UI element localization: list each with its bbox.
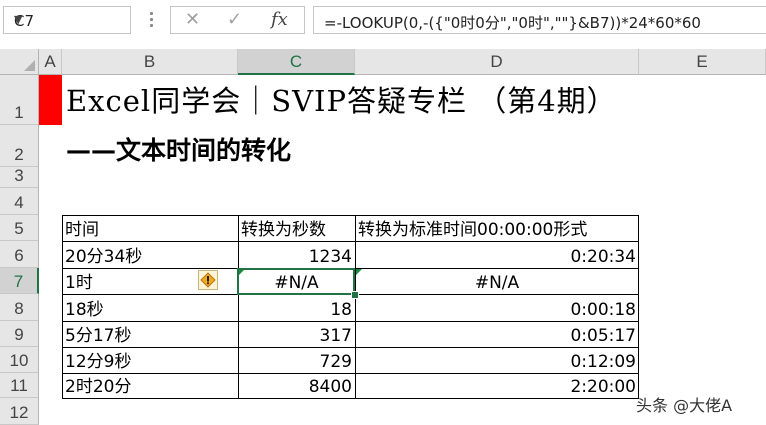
table-cell[interactable]: 12分9秒 <box>62 347 238 373</box>
watermark: 头条 @大佬A <box>636 396 733 415</box>
table-cell[interactable]: 5分17秒 <box>62 321 238 347</box>
row-header-11[interactable]: 11 <box>0 373 39 398</box>
formula-bar: C7 ▼ ✕ ✓ fx =-LOOKUP(0,-({"0时0分","0时",""… <box>0 0 766 50</box>
row-header-9[interactable]: 9 <box>0 321 39 347</box>
column-header-e[interactable]: E <box>639 49 766 75</box>
sheet-subtitle: ——文本时间的转化 <box>66 136 292 165</box>
row-header-3[interactable]: 3 <box>0 166 39 188</box>
table-header-time[interactable]: 时间 <box>62 215 238 241</box>
column-header-d[interactable]: D <box>355 49 639 75</box>
row-header-12[interactable]: 12 <box>0 398 39 425</box>
formula-buttons: ✕ ✓ fx <box>170 6 305 34</box>
table-cell[interactable]: 0:12:09 <box>355 347 639 373</box>
table-cell[interactable]: 20分34秒 <box>62 241 238 268</box>
table-cell[interactable]: 0:20:34 <box>355 241 639 268</box>
row-header-7[interactable]: 7 <box>0 268 39 294</box>
table-cell[interactable]: 2时20分 <box>62 373 238 398</box>
row-header-10[interactable]: 10 <box>0 347 39 373</box>
chevron-down-icon[interactable]: ▼ <box>14 13 124 26</box>
column-header-a[interactable]: A <box>39 49 62 75</box>
row-header-2[interactable]: 2 <box>0 125 39 167</box>
row-header-6[interactable]: 6 <box>0 241 39 268</box>
table-header-standard-time[interactable]: 转换为标准时间00:00:00形式 <box>355 215 639 241</box>
title-marker <box>39 75 62 125</box>
column-header-c[interactable]: C <box>238 49 355 75</box>
drag-handle-icon[interactable] <box>150 12 154 28</box>
row-header-4[interactable]: 4 <box>0 188 39 215</box>
check-icon[interactable]: ✓ <box>227 9 242 30</box>
table-cell[interactable]: 729 <box>238 347 355 373</box>
fx-icon[interactable]: fx <box>271 9 288 30</box>
table-cell[interactable]: 0:00:18 <box>355 294 639 321</box>
table-cell[interactable]: 1234 <box>238 241 355 268</box>
formula-input[interactable]: =-LOOKUP(0,-({"0时0分","0时",""}&B7))*24*60… <box>313 6 766 34</box>
table-cell[interactable]: 317 <box>238 321 355 347</box>
sheet-title: Excel同学会｜SVIP答疑专栏 （第4期） <box>66 84 617 118</box>
column-header-b[interactable]: B <box>62 49 238 75</box>
row-header-8[interactable]: 8 <box>0 294 39 321</box>
warning-icon[interactable] <box>198 270 218 290</box>
row-header-5[interactable]: 5 <box>0 215 39 241</box>
table-cell[interactable]: #N/A <box>355 268 639 294</box>
name-box[interactable]: C7 ▼ <box>3 6 131 34</box>
table-header-seconds[interactable]: 转换为秒数 <box>238 215 355 241</box>
close-icon[interactable]: ✕ <box>185 9 200 30</box>
formula-text: =-LOOKUP(0,-({"0时0分","0时",""}&B7))*24*60… <box>324 14 701 32</box>
table-cell[interactable]: 0:05:17 <box>355 321 639 347</box>
row-header-1[interactable]: 1 <box>0 75 39 125</box>
active-cell-outline[interactable] <box>237 268 355 295</box>
table-cell[interactable]: 2:20:00 <box>355 373 639 398</box>
table-cell[interactable]: 18 <box>238 294 355 321</box>
table-cell[interactable]: 8400 <box>238 373 355 398</box>
fill-handle[interactable] <box>351 291 359 299</box>
select-all-button[interactable] <box>0 49 39 75</box>
table-cell[interactable]: 18秒 <box>62 294 238 321</box>
error-indicator-icon <box>356 269 362 275</box>
